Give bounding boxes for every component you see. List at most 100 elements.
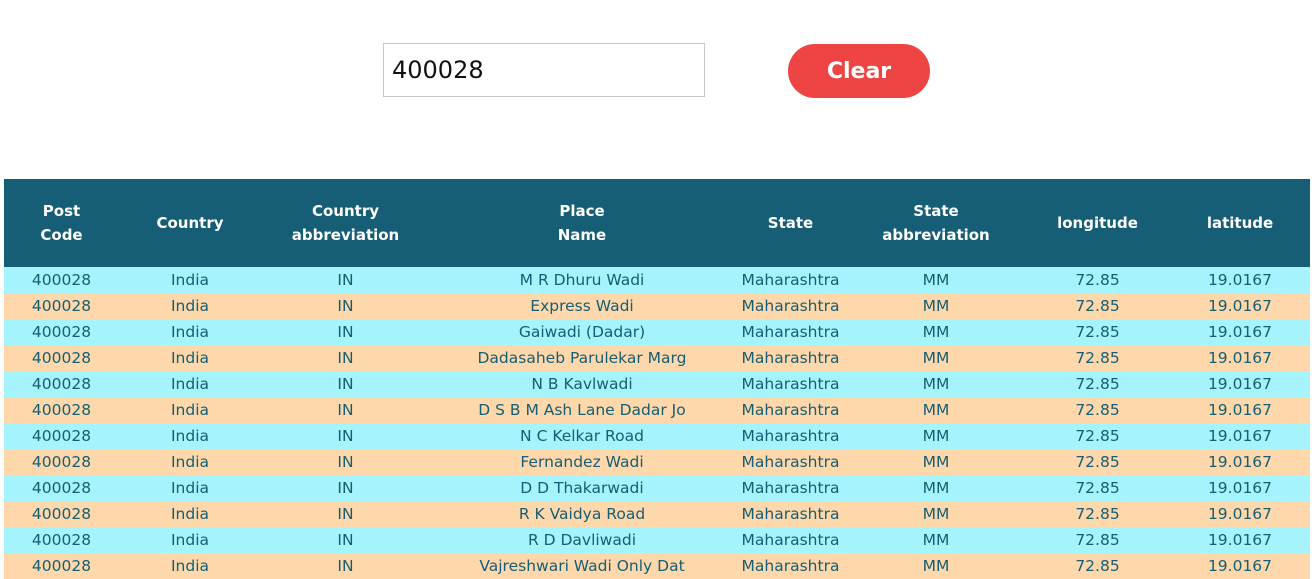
cell-longitude: 72.85: [1075, 271, 1120, 289]
cell-post-code: 400028: [31, 453, 92, 471]
cell-longitude: 72.85: [1075, 297, 1120, 315]
cell-place-name: D D Thakarwadi: [520, 479, 644, 497]
cell-country-abbreviation: IN: [337, 375, 354, 393]
cell-state: Maharashtra: [741, 323, 840, 341]
column-header-text: Post: [42, 202, 81, 220]
column-header-text: Place: [559, 202, 605, 220]
cell-post-code: 400028: [31, 375, 92, 393]
cell-country: India: [170, 453, 210, 471]
column-header-text: State: [767, 214, 814, 232]
column-header-state: State: [734, 179, 847, 267]
table-row: 400028 India IN Fernandez Wadi Maharashtra MM…: [4, 449, 1310, 475]
cell-latitude: 19.0167: [1207, 531, 1273, 549]
column-header-country-abbreviation: Country abbreviation: [261, 179, 430, 267]
cell-country: India: [170, 323, 210, 341]
column-header-text: abbreviation: [291, 226, 400, 244]
cell-latitude: 19.0167: [1207, 401, 1273, 419]
cell-state-abbreviation: MM: [922, 505, 950, 523]
table-header: Post Code Country Country abbreviation Place N…: [4, 179, 1310, 267]
column-header-text: abbreviation: [882, 226, 990, 244]
cell-state: Maharashtra: [741, 375, 840, 393]
cell-country-abbreviation: IN: [337, 479, 354, 497]
cell-longitude: 72.85: [1075, 427, 1120, 445]
cell-country-abbreviation: IN: [337, 323, 354, 341]
table-row: 400028 India IN N C Kelkar Road Maharashtra M…: [4, 423, 1310, 449]
cell-state-abbreviation: MM: [922, 323, 950, 341]
cell-country: India: [170, 427, 210, 445]
cell-post-code: 400028: [31, 479, 92, 497]
column-header-post-code: Post Code: [4, 179, 119, 267]
cell-longitude: 72.85: [1075, 453, 1120, 471]
cell-country-abbreviation: IN: [337, 297, 354, 315]
column-header-text: latitude: [1206, 214, 1274, 232]
cell-latitude: 19.0167: [1207, 427, 1273, 445]
column-header-latitude: latitude: [1170, 179, 1310, 267]
cell-country: India: [170, 505, 210, 523]
table-row: 400028 India IN R K Vaidya Road Maharashtra M…: [4, 501, 1310, 527]
column-header-country: Country: [119, 179, 261, 267]
cell-place-name: R K Vaidya Road: [518, 505, 646, 523]
cell-longitude: 72.85: [1075, 375, 1120, 393]
cell-state-abbreviation: MM: [922, 349, 950, 367]
table-row: 400028 India IN Express Wadi Maharashtra MM 72…: [4, 293, 1310, 319]
cell-country-abbreviation: IN: [337, 401, 354, 419]
cell-country-abbreviation: IN: [337, 453, 354, 471]
cell-state-abbreviation: MM: [922, 453, 950, 471]
cell-place-name: D S B M Ash Lane Dadar Jo: [478, 401, 686, 419]
column-header-text: State: [913, 202, 959, 220]
table-row: 400028 India IN M R Dhuru Wadi Maharashtra MM…: [4, 267, 1310, 293]
cell-latitude: 19.0167: [1207, 323, 1273, 341]
cell-longitude: 72.85: [1075, 479, 1120, 497]
column-header-text: Country: [156, 214, 224, 232]
cell-country: India: [170, 375, 210, 393]
cell-longitude: 72.85: [1075, 557, 1120, 575]
table-row: 400028 India IN Gaiwadi (Dadar) Maharashtra M…: [4, 319, 1310, 345]
cell-state-abbreviation: MM: [922, 401, 950, 419]
cell-post-code: 400028: [31, 401, 92, 419]
cell-post-code: 400028: [31, 297, 92, 315]
table-row: 400028 India IN Dadasaheb Parulekar Marg Mah…: [4, 345, 1310, 371]
column-header-text: Name: [557, 226, 607, 244]
cell-place-name: Express Wadi: [530, 297, 634, 315]
cell-country-abbreviation: IN: [337, 427, 354, 445]
cell-country-abbreviation: IN: [337, 349, 354, 367]
cell-state: Maharashtra: [741, 349, 840, 367]
cell-country: India: [170, 271, 210, 289]
cell-post-code: 400028: [31, 531, 92, 549]
cell-state: Maharashtra: [741, 297, 840, 315]
cell-place-name: N C Kelkar Road: [520, 427, 644, 445]
cell-country: India: [170, 479, 210, 497]
cell-longitude: 72.85: [1075, 349, 1120, 367]
table-body: 400028 India IN M R Dhuru Wadi Maharashtra MM…: [4, 267, 1310, 579]
cell-state: Maharashtra: [741, 479, 840, 497]
postcode-search-input[interactable]: [383, 43, 705, 97]
cell-longitude: 72.85: [1075, 531, 1120, 549]
results-table-container: Post Code Country Country abbreviation Place N…: [4, 179, 1310, 579]
cell-longitude: 72.85: [1075, 505, 1120, 523]
cell-country-abbreviation: IN: [337, 271, 354, 289]
cell-latitude: 19.0167: [1207, 453, 1273, 471]
cell-state-abbreviation: MM: [922, 427, 950, 445]
table-row: 400028 India IN R D Davliwadi Maharashtra MM 7…: [4, 527, 1310, 553]
cell-latitude: 19.0167: [1207, 297, 1273, 315]
cell-country: India: [170, 401, 210, 419]
cell-post-code: 400028: [31, 427, 92, 445]
cell-state: Maharashtra: [741, 271, 840, 289]
clear-button[interactable]: Clear: [788, 44, 930, 98]
cell-place-name: Gaiwadi (Dadar): [518, 323, 646, 341]
table-row: 400028 India IN D S B M Ash Lane Dadar Jo Ma…: [4, 397, 1310, 423]
cell-place-name: N B Kavlwadi: [531, 375, 633, 393]
cell-post-code: 400028: [31, 323, 92, 341]
cell-state-abbreviation: MM: [922, 479, 950, 497]
cell-post-code: 400028: [31, 505, 92, 523]
column-header-text: Code: [40, 226, 83, 244]
cell-country: India: [170, 557, 210, 575]
cell-state: Maharashtra: [741, 531, 840, 549]
cell-state-abbreviation: MM: [922, 297, 950, 315]
header-row: Post Code Country Country abbreviation Place N…: [4, 179, 1310, 267]
cell-post-code: 400028: [31, 271, 92, 289]
cell-state: Maharashtra: [741, 453, 840, 471]
cell-country-abbreviation: IN: [337, 531, 354, 549]
cell-latitude: 19.0167: [1207, 271, 1273, 289]
table-row: 400028 India IN Vajreshwari Wadi Only Dat Ma…: [4, 553, 1310, 579]
